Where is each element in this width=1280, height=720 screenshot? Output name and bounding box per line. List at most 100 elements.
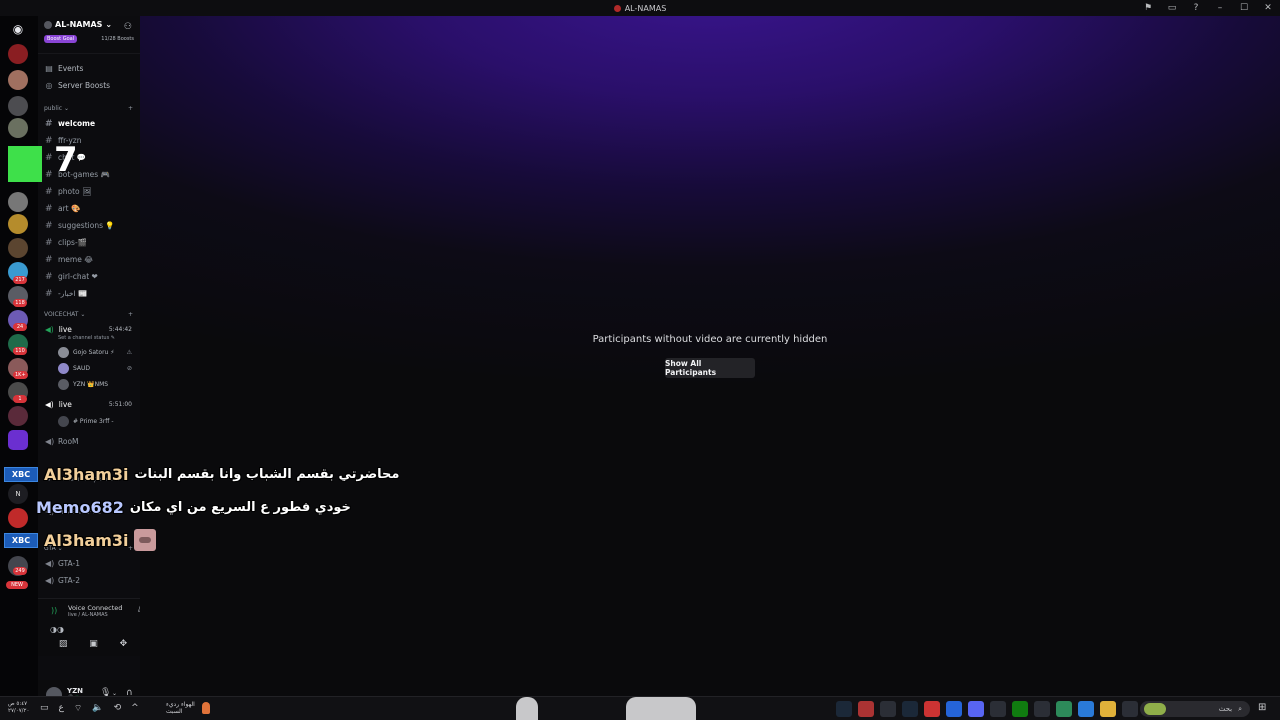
help-icon[interactable]: ? [1190, 3, 1202, 13]
store-icon[interactable] [1078, 701, 1094, 717]
taskbar-clock[interactable]: ٥:٤٧ ص ٢٧/٠٧/٢٠ [8, 701, 29, 715]
steam-icon[interactable] [836, 701, 852, 717]
edge-icon[interactable] [1056, 701, 1072, 717]
voice-channel-room[interactable]: ◀) RooM [38, 433, 140, 450]
text-channel[interactable]: # meme 😂 [38, 251, 140, 268]
activity-icon[interactable]: ◑◑ [50, 625, 64, 634]
speaker-icon: ◀) [45, 559, 55, 568]
server-icon[interactable] [8, 118, 28, 138]
text-channel[interactable]: # art 🎨 [38, 200, 140, 217]
text-channel[interactable]: # suggestions 💡 [38, 217, 140, 234]
app-icon[interactable] [990, 701, 1006, 717]
taskbar-search[interactable]: بحث ⌕ [1140, 701, 1250, 717]
chat-badge: XBC [4, 467, 38, 482]
signal-icon[interactable]: )) [51, 606, 57, 615]
sync-icon[interactable]: ⟲ [114, 703, 122, 714]
category-public[interactable]: public ⌄ + [38, 102, 140, 115]
microphone-icon[interactable]: 🎙 [100, 688, 111, 696]
voice-user-name: YZN 👑NMS [73, 380, 109, 388]
server-icon[interactable] [8, 192, 28, 212]
maximize-button[interactable]: ☐ [1238, 3, 1250, 13]
channel-status[interactable]: Set a channel status ✎ [38, 335, 140, 344]
voice-channel-live[interactable]: ◀) live 5:44:42 [38, 324, 140, 335]
category-voicechat[interactable]: VOICECHAT ⌄ + [38, 308, 140, 321]
close-button[interactable]: ✕ [1262, 3, 1274, 13]
chevron-up-icon[interactable]: ^ [131, 703, 139, 714]
category-label: VOICECHAT [44, 311, 79, 318]
flag-icon[interactable]: ⚑ [1142, 3, 1154, 13]
weather-widget[interactable]: الهواء رديء السبت [166, 701, 210, 715]
discord-icon[interactable] [968, 701, 984, 717]
nav-events[interactable]: ▤ Events [38, 60, 140, 77]
voice-connected-channel[interactable]: live / AL-NAMAS [68, 612, 108, 618]
voice-channel-gta-1[interactable]: ◀) GTA-1 [38, 555, 140, 572]
app-icon[interactable] [946, 701, 962, 717]
nav-server-boosts[interactable]: ◎ Server Boosts [38, 77, 140, 94]
show-all-participants-button[interactable]: Show All Participants [665, 358, 755, 378]
xbox-icon[interactable] [1012, 701, 1028, 717]
channel-name: clips-🎬 [58, 238, 88, 247]
server-icon[interactable] [8, 70, 28, 90]
app-icon[interactable] [880, 701, 896, 717]
server-icon[interactable] [8, 44, 28, 64]
volume-icon[interactable]: 🔈 [92, 703, 103, 714]
avatar [58, 378, 69, 390]
notification-icon[interactable]: ▭ [40, 703, 49, 714]
server-header[interactable]: AL-NAMAS ⌄ ⚇ Boost Goal 11/28 Boosts [38, 16, 140, 54]
hash-icon: # [45, 169, 53, 180]
voice-user-name: SAUD [73, 364, 91, 372]
text-channel[interactable]: # photo 🖼 [38, 183, 140, 200]
user-name[interactable]: YZN [67, 687, 83, 695]
boost-goal-label: Boost Goal [44, 35, 78, 43]
voice-connected-status[interactable]: Voice Connected [68, 604, 122, 612]
minimize-button[interactable]: – [1214, 3, 1226, 13]
taskbar-apps [836, 701, 1138, 717]
boost-count: 11/28 Boosts [101, 36, 134, 42]
server-icon[interactable] [8, 96, 28, 116]
voice-channel-live-2[interactable]: ◀) live 5:51:00 [38, 399, 140, 410]
task-view-icon[interactable] [1122, 701, 1138, 717]
avatar[interactable] [46, 687, 62, 696]
text-channel[interactable]: # -اخبار 📰 [38, 285, 140, 302]
voice-user[interactable]: SAUD ⊘ [38, 360, 140, 376]
wifi-icon[interactable]: ⌔ [74, 703, 82, 714]
voice-user[interactable]: YZN 👑NMS [38, 376, 140, 392]
server-icon[interactable] [8, 238, 28, 258]
app-icon[interactable] [858, 701, 874, 717]
server-icon[interactable]: N [8, 484, 28, 504]
rail-badge: 24 [13, 323, 27, 331]
camera-off-icon[interactable]: ▨ [59, 639, 68, 649]
app-icon[interactable] [1034, 701, 1050, 717]
activities-icon[interactable]: ✥ [120, 639, 128, 649]
steam-icon[interactable] [902, 701, 918, 717]
add-channel-icon[interactable]: + [128, 311, 133, 318]
server-icon[interactable] [8, 508, 28, 528]
voice-channel-gta-2[interactable]: ◀) GTA-2 [38, 572, 140, 589]
server-icon[interactable] [8, 430, 28, 450]
chat-username: Al3ham3i [44, 465, 129, 484]
voice-user[interactable]: # Prime 3rff - [38, 413, 140, 429]
screen-share-icon[interactable]: ▣ [89, 639, 98, 649]
voice-user[interactable]: Gojo Satoru ⚡ ⚠ [38, 344, 140, 360]
text-channel[interactable]: # welcome [38, 115, 140, 132]
server-name[interactable]: AL-NAMAS ⌄ [44, 20, 134, 29]
server-icon[interactable] [8, 406, 28, 426]
channel-name: GTA-2 [58, 576, 80, 585]
text-channel[interactable]: # clips-🎬 [38, 234, 140, 251]
discord-home-icon[interactable]: ◉ [8, 20, 28, 38]
windows-start-icon[interactable]: ⊞ [1258, 702, 1266, 713]
app-icon[interactable] [924, 701, 940, 717]
file-explorer-icon[interactable] [1100, 701, 1116, 717]
hash-icon: # [45, 237, 53, 248]
user-panel: YZN 🔊 ✖ 🎙 ⌄ ∩ ⌄ ⚙ [38, 680, 140, 696]
headphones-icon[interactable]: ∩ [126, 688, 133, 696]
speaker-icon: ◀) [45, 325, 54, 334]
language-icon[interactable]: ع [59, 703, 64, 714]
text-channel[interactable]: # girl-chat ❤ [38, 268, 140, 285]
add-channel-icon[interactable]: + [128, 105, 133, 112]
boost-goal-row[interactable]: Boost Goal 11/28 Boosts [44, 35, 134, 43]
invite-people-icon[interactable]: ⚇ [124, 22, 132, 32]
server-name-text: AL-NAMAS [55, 20, 103, 29]
server-icon[interactable] [8, 214, 28, 234]
inbox-icon[interactable]: ▭ [1166, 3, 1178, 13]
